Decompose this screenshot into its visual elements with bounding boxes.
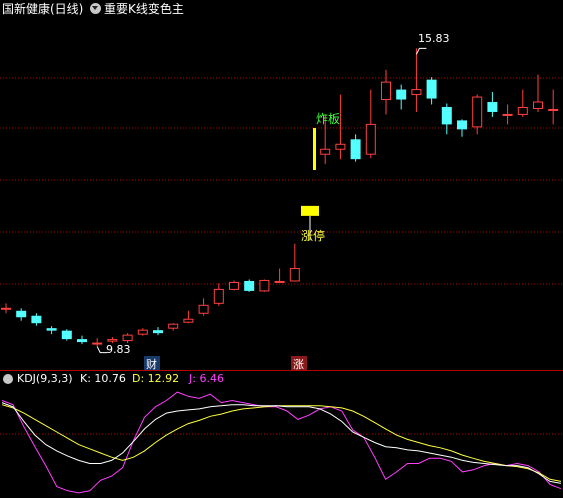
candle-body <box>441 106 452 125</box>
candle-body <box>365 123 376 155</box>
candle-body <box>137 329 148 335</box>
kdj-name[interactable]: KDJ(9,3,3) <box>17 371 73 387</box>
chart-header: 国新健康(日线) 重要K线变色主 <box>0 0 563 18</box>
candle-body <box>77 339 87 343</box>
candle-body <box>487 102 498 112</box>
high-price-label: 15.83 <box>418 32 450 45</box>
low-price-label: 9.83 <box>106 343 131 356</box>
candle-body <box>259 279 270 292</box>
candle-body <box>46 328 57 331</box>
candle-body <box>472 96 483 128</box>
candle-body <box>396 89 407 100</box>
kdj-k-value: K: 10.76 <box>80 372 126 385</box>
kline-chart[interactable]: 15.83 9.83 炸板 涨停 财 涨 <box>0 0 563 498</box>
candle-body <box>350 139 361 160</box>
candle-body <box>168 323 179 329</box>
candle-body <box>426 79 437 99</box>
formula-name[interactable]: 重要K线变色主 <box>104 0 184 18</box>
kdj-header: KDJ(9,3,3) K: 10.76 D: 12.92 J: 6.46 <box>0 371 563 387</box>
candle-body <box>229 281 239 290</box>
candle-body <box>244 280 255 291</box>
candle-body <box>1 307 11 310</box>
limit-up-marker <box>301 205 319 216</box>
candle-body <box>411 89 422 96</box>
candle-body <box>122 334 133 342</box>
kdj-j-line <box>1 391 562 494</box>
formula-dropdown-icon[interactable] <box>90 3 101 14</box>
kdj-d-line <box>1 404 562 482</box>
candle-body <box>153 330 163 334</box>
candle-body <box>320 148 331 155</box>
kdj-k-line <box>1 402 562 484</box>
candle-body <box>548 108 559 111</box>
zhangting-label: 涨停 <box>301 228 325 243</box>
candle-body <box>16 310 27 318</box>
cai-label: 财 <box>146 357 157 371</box>
high-leader <box>415 47 427 55</box>
candle-body <box>274 280 285 283</box>
candle-body <box>335 143 346 150</box>
candle-body <box>107 339 118 342</box>
kdj-j-value: J: 6.46 <box>189 372 224 385</box>
candle-body <box>517 106 528 115</box>
candlesticks[interactable] <box>1 47 563 354</box>
candle-body <box>213 288 224 304</box>
kdj-lines <box>1 391 562 494</box>
candle-body <box>61 330 72 340</box>
candle-body <box>31 315 42 324</box>
annotations: 15.83 9.83 炸板 涨停 财 涨 <box>106 32 450 371</box>
zhaban-label: 炸板 <box>316 112 340 126</box>
kdj-d-value: D: 12.92 <box>132 372 180 385</box>
candle-body <box>92 342 103 345</box>
candle-body <box>457 120 467 130</box>
broken-limit-bar <box>313 128 316 170</box>
candle-body <box>183 318 194 323</box>
candle-body <box>289 268 300 282</box>
candle-body <box>198 304 209 314</box>
indicator-dropdown-icon[interactable] <box>3 374 13 384</box>
stock-title: 国新健康(日线) <box>2 2 84 16</box>
candle-body <box>533 101 543 109</box>
candle-body <box>502 113 513 116</box>
zhang-label: 涨 <box>293 358 304 371</box>
candle-body <box>381 81 391 101</box>
